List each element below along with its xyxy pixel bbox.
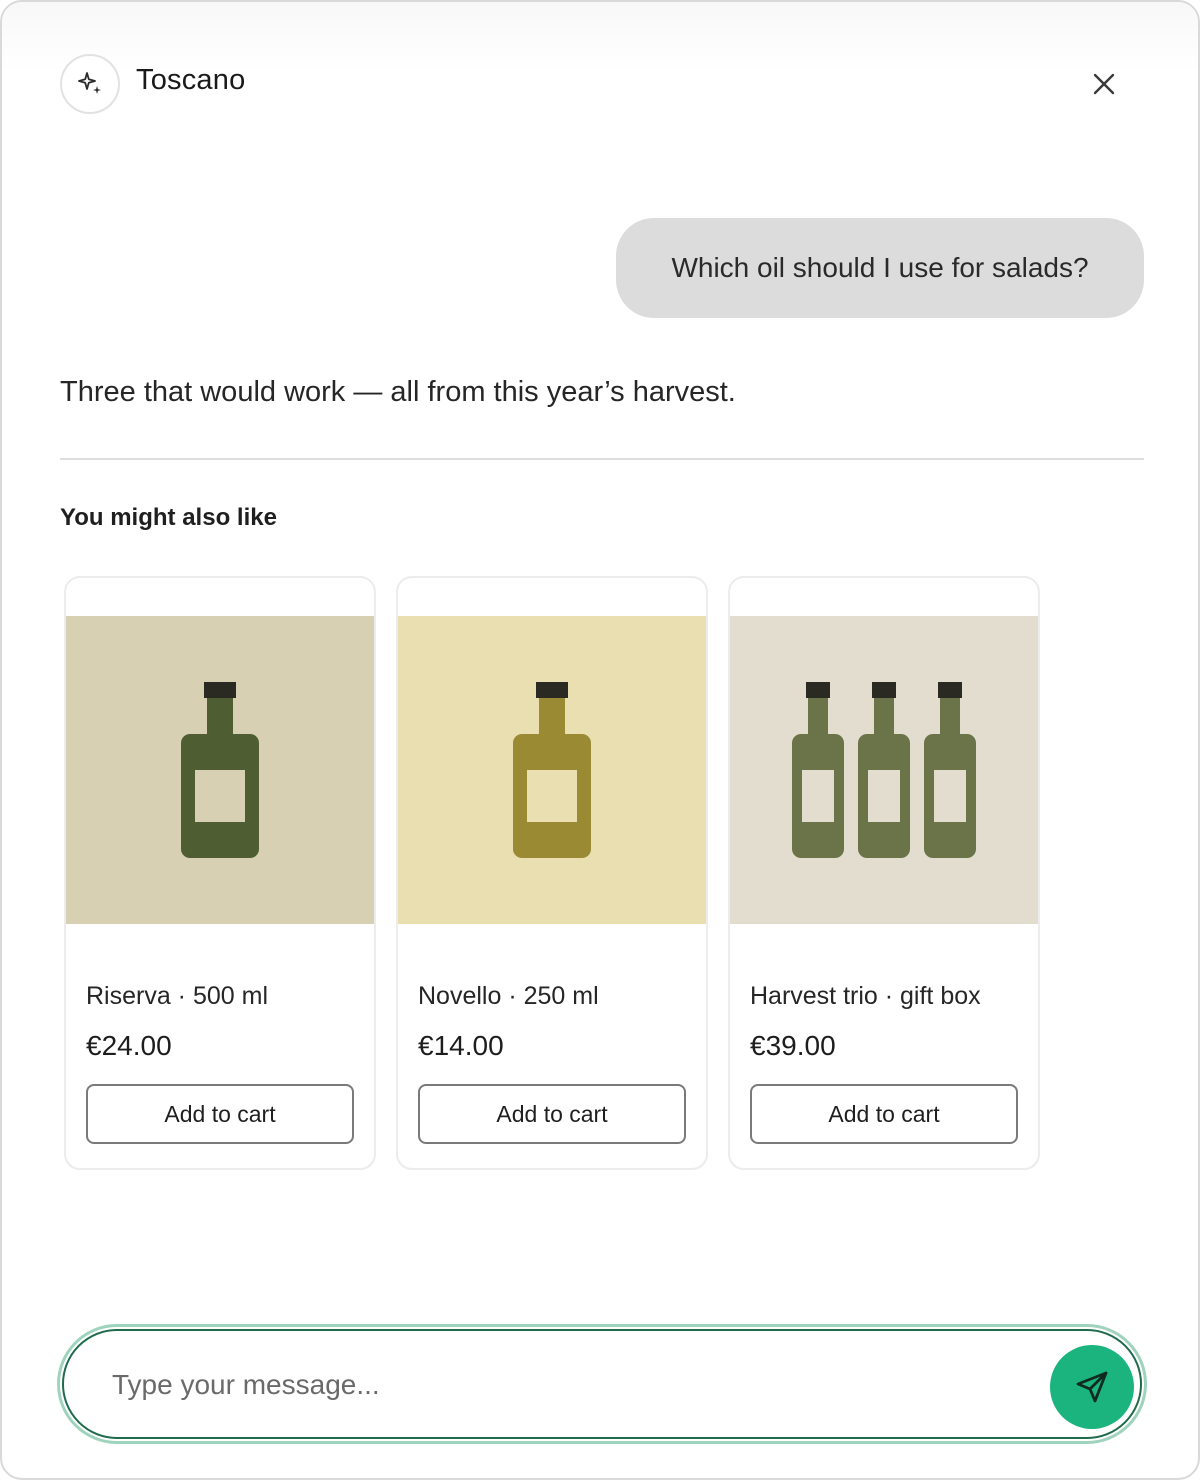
bottle-icon [181,682,259,858]
assistant-message: Three that would work — all from this ye… [60,376,736,408]
bottle-icon [792,682,976,858]
product-image [66,616,374,924]
bottle-shape [513,682,591,858]
message-input[interactable] [112,1351,1012,1419]
composer-field [62,1329,1142,1439]
brand-logo [60,54,120,114]
product-price: €14.00 [418,1030,504,1061]
product-price: €24.00 [86,1030,172,1061]
divider [60,458,1144,460]
user-message-text: Which oil should I use for salads? [671,252,1089,283]
bottle-shape [858,682,910,858]
chat-window: Toscano Which oil should I use for salad… [0,0,1200,1480]
product-card[interactable]: Novello · 250 ml €14.00 Add to cart [396,576,708,1170]
send-icon[interactable] [1072,1367,1112,1407]
header [2,2,1198,72]
product-name: Riserva · 500 ml [86,982,268,1010]
app-title: Toscano [136,64,246,96]
recommendations-heading: You might also like [60,504,277,531]
message-composer [57,1324,1147,1444]
bottle-shape [792,682,844,858]
add-to-cart-button[interactable]: Add to cart [418,1084,686,1144]
product-name: Harvest trio · gift box [750,982,981,1010]
add-to-cart-button[interactable]: Add to cart [750,1084,1018,1144]
sparkle-icon [78,72,101,94]
bottle-shape [924,682,976,858]
product-price: €39.00 [750,1030,836,1061]
product-card[interactable]: Harvest trio · gift box €39.00 Add to cart [728,576,1040,1170]
product-name: Novello · 250 ml [418,982,599,1010]
bottle-icon [513,682,591,858]
send-button[interactable] [1050,1345,1134,1429]
product-card[interactable]: Riserva · 500 ml €24.00 Add to cart [64,576,376,1170]
bottle-shape [181,682,259,858]
close-button[interactable] [1086,66,1122,102]
add-to-cart-button[interactable]: Add to cart [86,1084,354,1144]
product-image [398,616,706,924]
user-message-bubble: Which oil should I use for salads? [616,218,1144,318]
close-icon[interactable] [1092,72,1116,96]
product-image [730,616,1038,924]
